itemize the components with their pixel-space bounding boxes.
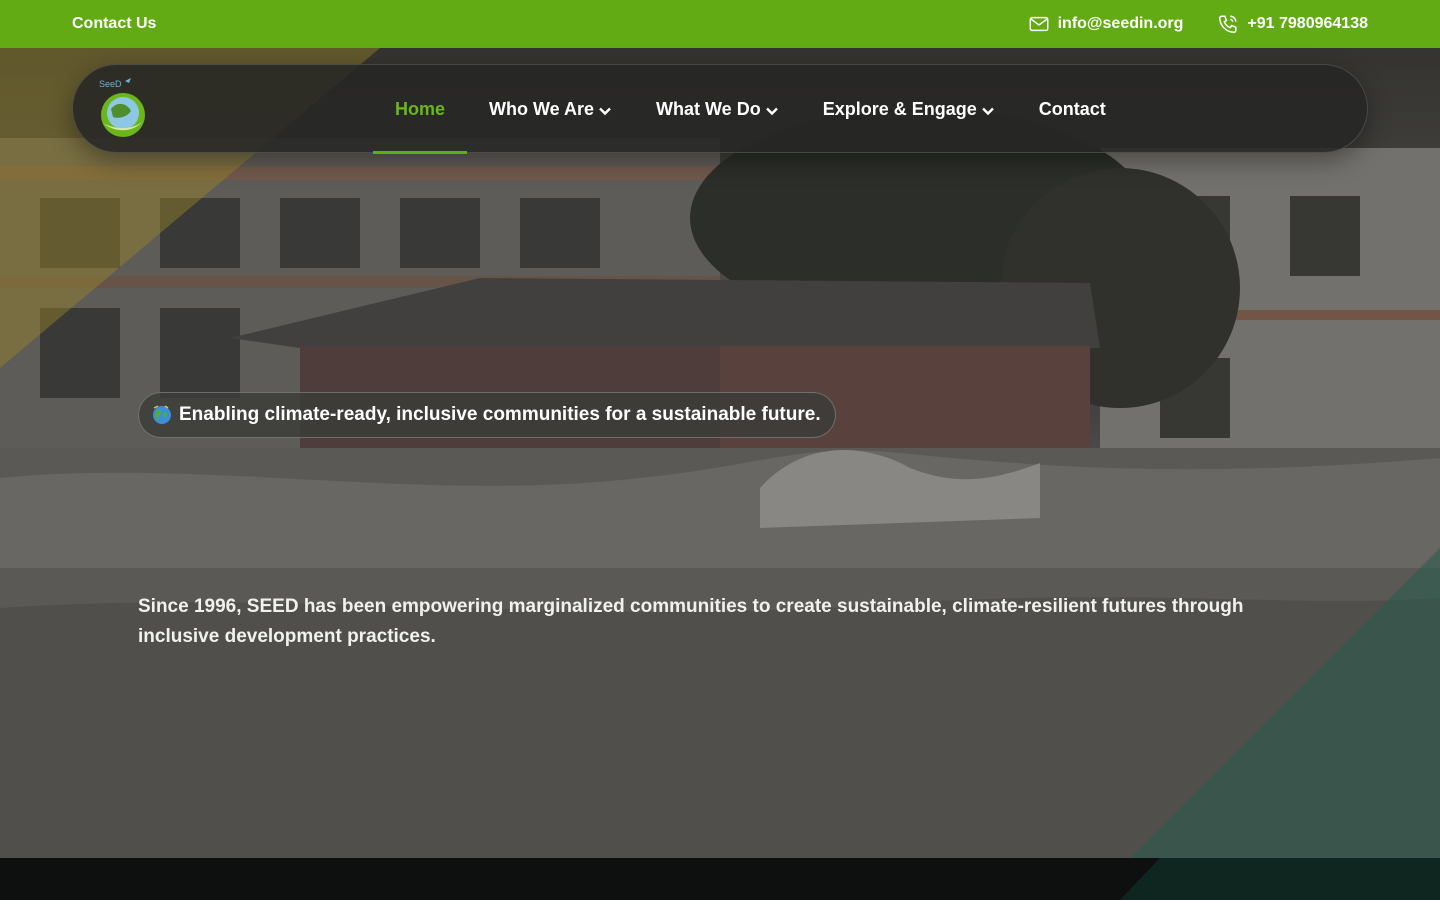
bottom-accent-shape <box>1120 858 1440 900</box>
phone-text: +91 7980964138 <box>1247 15 1368 32</box>
hero-overlay <box>0 48 1440 858</box>
svg-text:SeeD: SeeD <box>99 79 122 89</box>
email-link[interactable]: info@seedin.org <box>1028 13 1184 35</box>
nav-item-label: Who We Are <box>489 99 595 119</box>
nav-item-label: What We Do <box>656 99 761 119</box>
contact-us-link[interactable]: Contact Us <box>72 15 156 33</box>
phone-icon <box>1219 15 1237 33</box>
top-bar: Contact Us info@seedin.org +91 798096413… <box>0 0 1440 48</box>
globe-icon <box>153 405 171 424</box>
topbar-contact-info: info@seedin.org +91 7980964138 <box>1028 13 1368 35</box>
nav-item-label: Contact <box>1038 99 1106 119</box>
main-navigation: SeeD Home Who We Are What We Do Explore … <box>72 64 1368 154</box>
email-text: info@seedin.org <box>1057 15 1184 32</box>
chevron-down-icon <box>981 107 994 115</box>
nav-item-explore-engage[interactable]: Explore & Engage <box>801 65 1017 154</box>
nav-item-what-we-do[interactable]: What We Do <box>634 65 801 154</box>
bottom-strip <box>0 858 1440 900</box>
hero-tagline-text: Enabling climate-ready, inclusive commun… <box>179 404 821 425</box>
nav-menu: Home Who We Are What We Do Explore & Eng… <box>373 65 1128 154</box>
nav-item-contact[interactable]: Contact <box>1017 65 1128 154</box>
nav-item-home[interactable]: Home <box>373 65 468 154</box>
chevron-down-icon <box>599 107 611 115</box>
seed-logo[interactable]: SeeD <box>93 77 155 141</box>
hero-tagline-badge: Enabling climate-ready, inclusive commun… <box>138 392 836 438</box>
phone-link[interactable]: +91 7980964138 <box>1217 13 1368 35</box>
hero-intro-text: Since 1996, SEED has been empowering mar… <box>138 596 1244 647</box>
nav-item-label: Explore & Engage <box>822 99 977 119</box>
nav-item-label: Home <box>395 99 446 119</box>
mail-icon <box>1029 16 1049 32</box>
chevron-down-icon <box>765 107 778 115</box>
hero-section <box>0 48 1440 858</box>
nav-item-who-we-are[interactable]: Who We Are <box>467 65 634 154</box>
